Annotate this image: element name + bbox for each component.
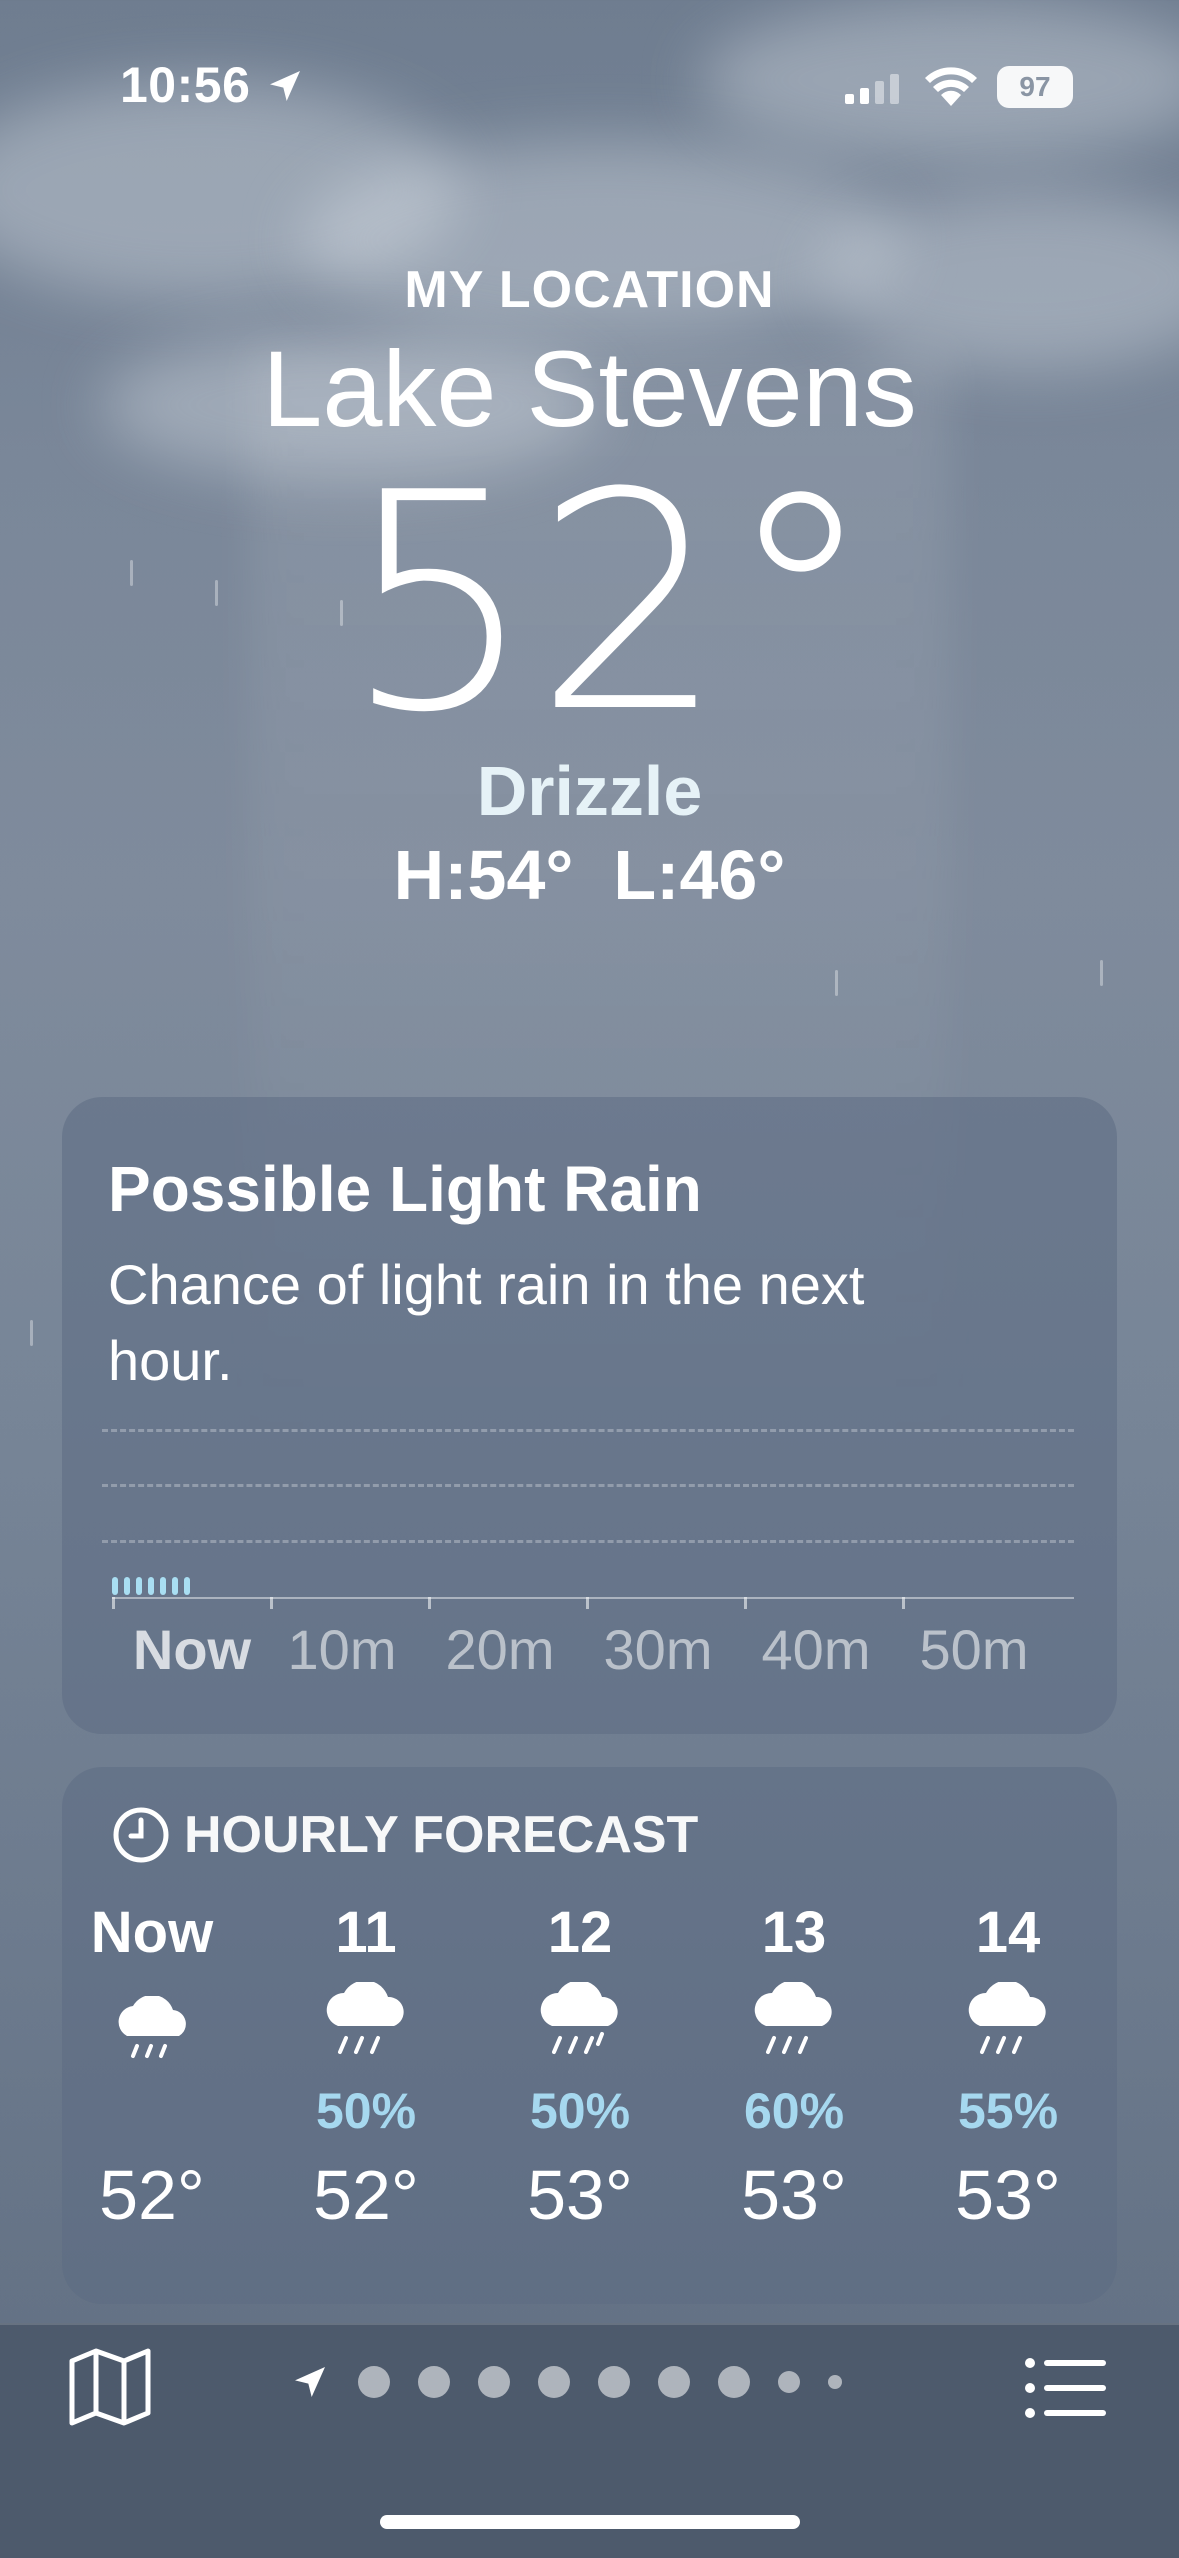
precip-chance: 60% (743, 2083, 845, 2139)
current-temperature: 52° (343, 429, 876, 778)
low-temperature: L:46° (613, 836, 786, 914)
map-icon[interactable] (68, 2347, 152, 2427)
precip-bar (148, 1577, 154, 1595)
page-dot[interactable] (718, 2366, 750, 2398)
rain-icon (918, 1971, 1098, 2081)
page-dot[interactable] (828, 2375, 842, 2389)
rain-drop (835, 970, 838, 996)
high-low: H:54° L:46° (0, 833, 1179, 917)
chart-tick (270, 1597, 273, 1609)
time-label: 20m (445, 1618, 555, 1681)
hour-temperature: 52° (313, 2156, 419, 2234)
chart-gridline (102, 1540, 1074, 1543)
chart-tick (744, 1597, 747, 1609)
home-indicator[interactable] (380, 2515, 800, 2529)
page-dot[interactable] (538, 2366, 570, 2398)
hour-column[interactable]: 11 50% 52° (276, 1895, 456, 2235)
rain-drop (30, 1320, 33, 1346)
chart-tick (428, 1597, 431, 1609)
page-dot[interactable] (418, 2366, 450, 2398)
location-header: MY LOCATION Lake Stevens 52° Drizzle H:5… (0, 255, 1179, 917)
rain-icon (704, 1971, 884, 2081)
page-dot[interactable] (778, 2371, 800, 2393)
time-label-now: Now (132, 1618, 252, 1681)
hourly-forecast-title: HOURLY FORECAST (184, 1806, 699, 1864)
hourly-forecast-header: HOURLY FORECAST (112, 1805, 698, 1865)
precip-bar (184, 1577, 190, 1595)
status-time: 10:56 (120, 57, 251, 113)
status-bar: 10:56 97 (0, 0, 1179, 170)
location-arrow-icon[interactable] (290, 2362, 330, 2402)
chart-baseline (112, 1597, 1074, 1599)
high-temperature: H:54° (393, 836, 574, 914)
time-label: 50m (919, 1618, 1029, 1681)
time-label: 10m (287, 1618, 397, 1681)
hour-label: 14 (975, 1900, 1041, 1965)
hour-temperature: 53° (955, 2156, 1061, 2234)
chart-gridline (102, 1484, 1074, 1487)
hour-label: 11 (335, 1900, 397, 1965)
hour-label: Now (90, 1900, 214, 1965)
page-indicator[interactable] (290, 2362, 842, 2402)
hour-column[interactable]: Now 52° (62, 1895, 242, 2235)
precipitation-title: Possible Light Rain (108, 1153, 702, 1225)
current-condition: Drizzle (476, 752, 703, 830)
rain-drop (1100, 960, 1103, 986)
drizzle-icon (62, 1971, 242, 2101)
cellular-signal-icon (845, 74, 899, 104)
rain-icon (490, 1971, 670, 2081)
precip-bar (136, 1577, 142, 1595)
precipitation-card[interactable]: Possible Light Rain Chance of light rain… (62, 1097, 1117, 1734)
precip-chance: 50% (529, 2083, 631, 2139)
hour-temperature: 53° (527, 2156, 633, 2234)
list-icon[interactable] (1024, 2357, 1108, 2419)
precip-bar (124, 1577, 130, 1595)
chart-gridline (102, 1429, 1074, 1432)
hour-column[interactable]: 12 50% 53° (490, 1895, 670, 2235)
chart-tick (112, 1597, 115, 1609)
page-dot[interactable] (478, 2366, 510, 2398)
hour-label: 12 (547, 1900, 613, 1965)
location-label: MY LOCATION (404, 261, 775, 319)
page-dot[interactable] (598, 2366, 630, 2398)
wifi-icon (925, 67, 977, 106)
hour-label: 13 (761, 1900, 827, 1965)
precip-chance: 50% (315, 2083, 417, 2139)
rain-icon (276, 1971, 456, 2081)
precip-bar (160, 1577, 166, 1595)
hourly-forecast-card[interactable]: HOURLY FORECAST Now 52° 11 50% 52° 12 50… (62, 1767, 1117, 2304)
time-label: 30m (603, 1618, 713, 1681)
time-label: 40m (761, 1618, 871, 1681)
chart-tick (902, 1597, 905, 1609)
battery-indicator: 97 (997, 66, 1073, 108)
precip-chance: 55% (957, 2083, 1059, 2139)
precip-bar (172, 1577, 178, 1595)
hour-column[interactable]: 14 55% 53° (918, 1895, 1098, 2235)
hour-temperature: 53° (741, 2156, 847, 2234)
precip-bar (112, 1577, 118, 1595)
hour-column[interactable]: 13 60% 53° (704, 1895, 884, 2235)
hour-temperature: 52° (99, 2156, 205, 2234)
location-arrow-icon (270, 71, 300, 101)
chart-tick (586, 1597, 589, 1609)
precipitation-description: Chance of light rain in the next hour. (108, 1253, 865, 1392)
clock-icon (113, 1807, 169, 1863)
page-dot[interactable] (358, 2366, 390, 2398)
page-dot[interactable] (658, 2366, 690, 2398)
